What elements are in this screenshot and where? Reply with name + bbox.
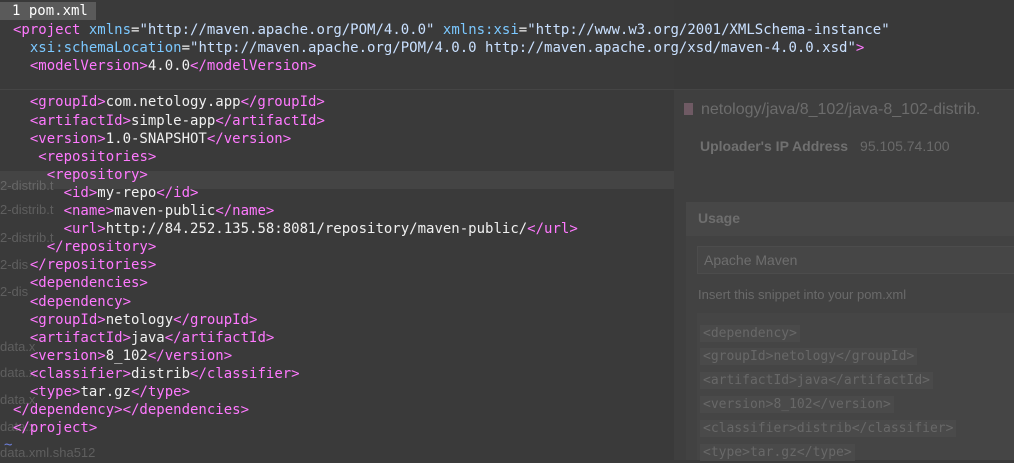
code-token-tag: <repository> [46,166,148,183]
code-line[interactable]: <url>http://84.252.135.58:8081/repositor… [13,220,578,238]
code-token-tag: <project [13,22,89,38]
code-token-txt: com.netology.app [105,94,241,111]
code-token-tag: <artifactId> [29,112,132,129]
code-token-tag: > [855,40,865,57]
code-token-tag: <groupId> [29,311,106,328]
code-token-txt: = [518,22,528,38]
code-token-tag: </project> [13,420,98,437]
code-token-str: "http://www.w3.org/2001/XMLSchema-instan… [527,22,890,38]
code-token-tag: <modelVersion> [29,58,148,75]
code-token-txt: 8_102 [105,347,148,364]
code-line[interactable]: <groupId>netology</groupId> [13,311,258,329]
empty-line-marker: ~ [4,437,13,453]
code-line[interactable]: <groupId>com.netology.app</groupId> [13,93,325,111]
code-line[interactable]: <version>8_102</version> [13,347,232,365]
code-token-txt: http://84.252.135.58:8081/repository/mav… [105,221,528,238]
code-token-tag: <classifier> [29,365,132,382]
code-token-txt: java [131,329,165,346]
code-token-tag: </artifactId> [215,112,325,129]
vim-tab[interactable]: 1 pom.xml [0,2,96,20]
code-token-attr: xsi:schemaLocation [29,40,182,57]
code-token-tag: <version> [29,130,106,147]
code-token-txt: simple-app [131,112,216,129]
code-token-tag: <url> [63,221,106,238]
code-token-tag: </groupId> [240,94,325,111]
code-line[interactable]: <artifactId>simple-app</artifactId> [13,112,325,130]
code-line[interactable]: <dependency> [13,293,131,311]
code-token-tag: </repositories> [29,257,157,274]
code-line[interactable]: <project xmlns = "http://maven.apache.org/… [13,21,890,39]
code-token-txt: netology [105,311,174,328]
code-line[interactable]: <id>my-repo</id> [13,184,199,202]
code-token-txt: my-repo [97,184,157,201]
code-line[interactable]: <classifier>distrib</classifier> [13,365,300,383]
code-token-tag: <id> [63,184,98,201]
code-token-attr: xmlns [88,22,132,38]
code-token-tag: <dependency> [29,293,132,310]
code-line[interactable]: <type>tar.gz</type> [13,383,190,401]
code-line[interactable]: </repositories> [13,256,156,274]
code-line[interactable]: <repositories> [13,148,156,166]
code-line[interactable]: </dependency></dependencies> [13,401,249,419]
code-token-txt: 1.0-SNAPSHOT [105,130,207,147]
code-line[interactable]: xsi:schemaLocation="http://maven.apache.… [13,39,864,57]
code-token-txt: 4.0.0 [147,58,191,75]
code-line[interactable]: <modelVersion>4.0.0</modelVersion> [13,57,317,75]
code-token-tag: </version> [206,130,292,147]
code-token-txt: maven-public [114,203,216,219]
code-token-tag: </version> [147,347,233,364]
code-token-tag: </classifier> [190,365,300,382]
code-token-txt: tar.gz [80,384,132,400]
code-line[interactable]: <artifactId>java</artifactId> [13,329,274,347]
code-token-attr: xmlns:xsi [442,22,519,38]
code-token-txt: distrib [131,365,191,382]
code-line[interactable]: <dependencies> [13,274,148,292]
code-line[interactable]: <version>1.0-SNAPSHOT</version> [13,130,291,148]
code-token-tag: </repository> [46,239,157,256]
code-token-tag: </id> [156,184,199,201]
code-token-tag: </groupId> [173,311,258,328]
vim-terminal[interactable]: 1 pom.xml <project xmlns="http://maven.a… [0,0,1014,460]
code-token-tag: </dependency></dependencies> [13,402,250,419]
code-token-tag: <artifactId> [29,329,132,346]
code-token-str: "http://maven.apache.org/POM/4.0.0" [139,22,435,38]
code-token-tag: <dependencies> [29,275,148,292]
code-token-tag: </modelVersion> [190,58,317,75]
code-token-str: "http://maven.apache.org/POM/4.0.0 http:… [190,40,856,57]
code-line[interactable]: </repository> [13,238,157,256]
code-token-tag: <version> [29,347,106,364]
code-token-tag: <groupId> [29,94,106,111]
code-token-tag: <name> [63,203,115,219]
code-token-txt: = [181,40,191,57]
code-line[interactable]: </project> [13,419,97,437]
code-token-tag: </artifactId> [164,329,275,346]
code-token-tag: <type> [29,384,81,400]
code-token-tag: </type> [131,384,191,400]
code-line[interactable]: <name>maven-public</name> [13,202,275,220]
code-token-tag: </name> [215,203,275,219]
code-line[interactable]: <repository> [13,166,148,184]
code-token-tag: <repositories> [38,148,157,165]
code-token-tag: </url> [527,221,578,238]
